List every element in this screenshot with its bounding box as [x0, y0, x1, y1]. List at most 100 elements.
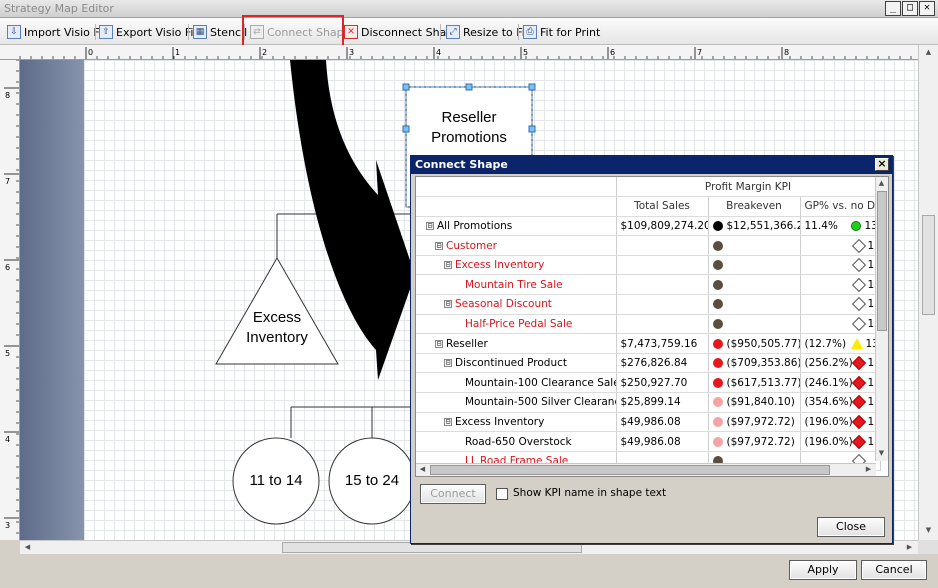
collapse-toggle-icon[interactable]: ⊟ — [444, 417, 452, 426]
show-kpi-name-checkbox[interactable] — [496, 488, 508, 500]
collapse-toggle-icon[interactable]: ⊟ — [444, 300, 452, 309]
kpi-row-label-cell[interactable]: ⊟ Reseller — [416, 333, 617, 354]
scroll-up-icon[interactable]: ▲ — [923, 47, 934, 58]
kpi-row-breakeven-cell: ($617,513.77) — [708, 372, 801, 394]
grid-horizontal-thumb[interactable] — [430, 465, 830, 475]
kpi-row-label-cell[interactable]: ⊟ Excess Inventory — [416, 255, 617, 276]
kpi-row[interactable]: Mountain-500 Silver Clearance Sale$25,89… — [416, 392, 881, 413]
collapse-toggle-icon[interactable]: ⊟ — [435, 241, 443, 250]
grid-scroll-left-icon[interactable]: ◀ — [417, 464, 428, 475]
grid-horizontal-scrollbar[interactable]: ◀ ▶ — [416, 463, 876, 476]
status-dot-icon — [712, 358, 723, 369]
kpi-row-label: Reseller — [446, 337, 488, 350]
kpi-row[interactable]: ⊟ Excess Inventory $49,986.08 ($97,972.72)(… — [416, 412, 881, 433]
vertical-scroll-thumb[interactable] — [922, 215, 935, 315]
kpi-row[interactable]: ⊟ Excess Inventory 13 — [416, 255, 881, 276]
kpi-row-gp: (354.6%) — [804, 396, 853, 409]
kpi-row-gp-cell: (196.0%) 13 — [800, 412, 881, 433]
strategy-map-editor-window: Strategy Map Editor _ □ ✕ ⇩ Import Visio… — [0, 0, 938, 588]
collapse-toggle-icon[interactable]: ⊟ — [426, 221, 434, 230]
stencil-button[interactable]: ▦ Stencil — [193, 22, 247, 42]
column-header-gp[interactable]: GP% vs. no Dis — [800, 196, 881, 217]
column-header-breakeven[interactable]: Breakeven — [708, 196, 801, 217]
resize-icon: ⤢ — [446, 25, 460, 39]
import-visio-button[interactable]: ⇩ Import Visio File — [7, 22, 112, 42]
kpi-row-label-cell[interactable]: Mountain-100 Clearance Sale — [416, 372, 617, 394]
apply-button[interactable]: Apply — [789, 560, 857, 580]
kpi-row[interactable]: Mountain-100 Clearance Sale $250,927.70 ($… — [416, 372, 881, 394]
print-icon: ⎙ — [523, 25, 537, 39]
kpi-row-gp: (246.1%) — [804, 376, 853, 389]
kpi-row[interactable]: Road-650 Overstock $49,986.08 ($97,972.72)… — [416, 431, 881, 452]
dialog-close-button[interactable]: Close — [817, 517, 885, 537]
kpi-row-label-cell[interactable]: ⊟ Excess Inventory — [416, 412, 617, 433]
scroll-right-icon[interactable]: ▶ — [904, 542, 915, 553]
selection-handle[interactable] — [465, 83, 473, 91]
header-blank — [416, 177, 617, 198]
status-diamond-icon — [851, 258, 866, 273]
kpi-row-label-cell[interactable]: ⊟ Seasonal Discount — [416, 294, 617, 315]
selection-handle[interactable] — [402, 83, 410, 91]
horizontal-ruler: 0 1 2 3 4 5 6 7 8 — [0, 45, 918, 60]
fit-for-print-button[interactable]: ⎙ Fit for Print — [523, 22, 600, 42]
grid-vertical-scrollbar[interactable]: ▲ ▼ — [875, 177, 888, 461]
kpi-row-gp: (196.0%) — [804, 415, 853, 428]
kpi-row-breakeven-cell: ($709,353.86) — [708, 353, 801, 374]
scroll-left-icon[interactable]: ◀ — [22, 542, 33, 553]
kpi-row-label: Mountain-100 Clearance Sale — [465, 376, 616, 389]
minimize-button[interactable]: _ — [885, 1, 901, 16]
connect-button[interactable]: Connect — [420, 484, 486, 504]
disconnect-shape-button[interactable]: ✕ Disconnect Shape — [344, 22, 460, 42]
ruler-number: 8 — [784, 48, 789, 57]
ruler-number: 1 — [175, 48, 180, 57]
kpi-row-total-sales: $7,473,759.16 — [616, 333, 709, 354]
ruler-number: 7 — [697, 48, 702, 57]
selection-handle[interactable] — [528, 83, 536, 91]
kpi-row-gp: (256.2%) — [804, 357, 853, 370]
close-window-button[interactable]: ✕ — [919, 1, 935, 16]
collapse-toggle-icon[interactable]: ⊟ — [435, 339, 443, 348]
kpi-row[interactable]: ⊟ All Promotions $109,809,274.20 $12,551,36… — [416, 216, 881, 237]
status-dot-icon — [712, 416, 723, 427]
kpi-row-label-cell[interactable]: Half-Price Pedal Sale — [416, 314, 617, 335]
kpi-row-label-cell[interactable]: ⊟ All Promotions — [416, 216, 617, 237]
kpi-row[interactable]: Mountain Tire Sale 13 — [416, 274, 881, 296]
maximize-button[interactable]: □ — [902, 1, 918, 16]
kpi-row-label-cell[interactable]: Mountain Tire Sale — [416, 274, 617, 296]
kpi-row-breakeven-cell: $12,551,366.25 — [708, 216, 801, 237]
ruler-number: 0 — [88, 48, 93, 57]
status-diamond-icon — [851, 297, 866, 312]
kpi-row[interactable]: ⊟ Discontinued Product $276,826.84 ($709,35… — [416, 353, 881, 374]
window-title: Strategy Map Editor — [4, 2, 114, 15]
grid-scroll-right-icon[interactable]: ▶ — [863, 464, 874, 475]
kpi-row[interactable]: ⊟ Seasonal Discount 13 — [416, 294, 881, 315]
kpi-row-label-cell[interactable]: ⊟ Discontinued Product — [416, 353, 617, 374]
kpi-row-label-cell[interactable]: Mountain-500 Silver Clearance Sale — [416, 392, 617, 413]
grid-vertical-thumb[interactable] — [877, 191, 887, 331]
collapse-toggle-icon[interactable]: ⊟ — [444, 359, 452, 368]
cancel-button[interactable]: Cancel — [861, 560, 927, 580]
status-triangle-icon — [850, 338, 863, 350]
scroll-down-icon[interactable]: ▼ — [923, 525, 934, 536]
toolbar: ⇩ Import Visio File ⇧ Export Visio File … — [0, 18, 938, 45]
kpi-row-label: Discontinued Product — [455, 357, 567, 370]
grid-scroll-up-icon[interactable]: ▲ — [876, 178, 887, 189]
kpi-row-label-cell[interactable]: ⊟ Customer — [416, 235, 617, 256]
ruler-number: 8 — [5, 91, 10, 100]
kpi-row-label: Half-Price Pedal Sale — [465, 317, 573, 330]
status-dot-icon — [712, 260, 723, 271]
fit-for-print-label: Fit for Print — [540, 25, 601, 39]
kpi-row-label-cell[interactable]: Road-650 Overstock — [416, 431, 617, 452]
canvas-vertical-scrollbar[interactable]: ▲ ▼ — [918, 45, 938, 540]
resize-to-fit-button[interactable]: ⤢ Resize to Fit — [446, 22, 529, 42]
kpi-row[interactable]: Half-Price Pedal Sale 13 — [416, 314, 881, 335]
collapse-toggle-icon[interactable]: ⊟ — [444, 261, 452, 270]
horizontal-ruler-ticks: 0 1 2 3 4 5 6 7 8 — [19, 47, 912, 59]
kpi-row-gp-cell: (246.1%) 13 — [800, 372, 881, 394]
kpi-row[interactable]: ⊟ Reseller $7,473,759.16 ($950,505.77) (12.7… — [416, 333, 881, 354]
grid-scroll-down-icon[interactable]: ▼ — [876, 448, 887, 459]
column-header-total-sales[interactable]: Total Sales — [616, 196, 709, 217]
kpi-row[interactable]: ⊟ Customer 13 — [416, 235, 881, 256]
status-circle-icon — [850, 220, 861, 231]
dialog-close-icon[interactable]: × — [875, 158, 889, 171]
